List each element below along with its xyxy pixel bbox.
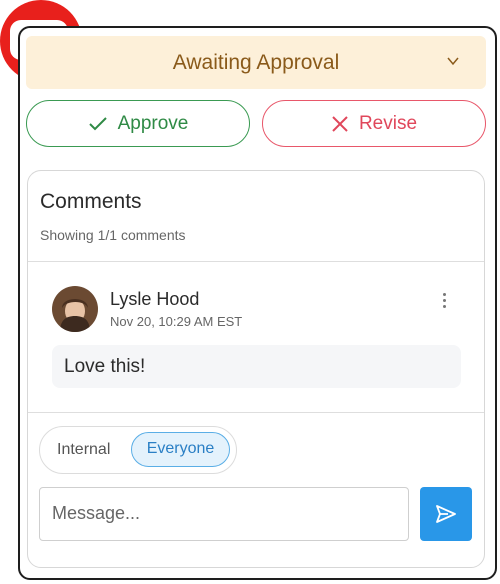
- approve-button[interactable]: Approve: [26, 100, 250, 147]
- comment-text: Love this!: [52, 345, 461, 388]
- message-placeholder: Message...: [52, 503, 141, 523]
- check-icon: [88, 116, 107, 130]
- visibility-option-internal[interactable]: Internal: [57, 438, 110, 462]
- comments-title: Comments: [40, 190, 142, 213]
- status-dropdown[interactable]: Awaiting Approval: [26, 36, 486, 89]
- avatar: [52, 286, 98, 332]
- comments-count: Showing 1/1 comments: [40, 227, 186, 243]
- visibility-option-everyone[interactable]: Everyone: [131, 432, 230, 467]
- status-label: Awaiting Approval: [172, 51, 340, 74]
- divider: [28, 261, 484, 262]
- revise-button[interactable]: Revise: [262, 100, 486, 147]
- comment-timestamp: Nov 20, 10:29 AM EST: [110, 314, 243, 329]
- comment-author: Lysle Hood: [110, 289, 200, 309]
- approve-label: Approve: [117, 112, 189, 134]
- chevron-down-icon: [447, 57, 459, 66]
- send-icon: [436, 505, 456, 523]
- avatar-image: [52, 286, 98, 332]
- x-icon: [332, 115, 348, 132]
- send-button[interactable]: [420, 487, 472, 541]
- more-vertical-icon[interactable]: [440, 293, 448, 313]
- revise-label: Revise: [358, 112, 418, 134]
- divider: [28, 412, 484, 413]
